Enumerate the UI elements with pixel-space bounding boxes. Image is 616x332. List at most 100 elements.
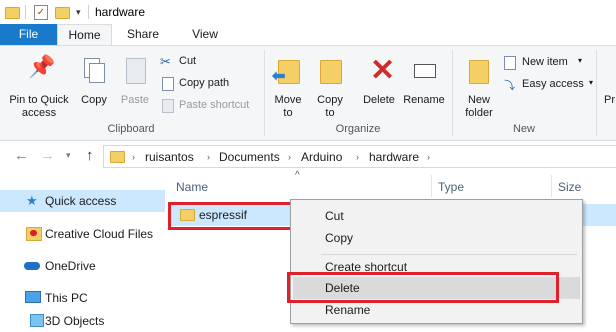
- copy-path-label: Copy path: [179, 77, 230, 89]
- delete-button[interactable]: ✕ Delete: [360, 50, 398, 120]
- copy-to-button[interactable]: Copy to: [312, 50, 348, 120]
- chevron-right-icon[interactable]: ›: [288, 152, 291, 162]
- copy-icon-front: [89, 63, 105, 83]
- group-divider: [596, 50, 597, 136]
- new-folder-label-line1: New: [467, 94, 490, 106]
- up-arrow-icon[interactable]: ↑: [86, 147, 94, 164]
- ribbon-tabs: File Home Share View: [0, 24, 616, 45]
- clipboard-group-label: Clipboard: [107, 123, 155, 135]
- chevron-right-icon[interactable]: ›: [132, 152, 135, 162]
- properties-quick-icon[interactable]: ✓: [34, 5, 48, 20]
- menu-item-cut[interactable]: Cut: [293, 205, 580, 227]
- menu-item-copy[interactable]: Copy: [293, 227, 580, 249]
- ribbon-home: 📌 Pin to Quick access Copy Paste ✂ Cut C…: [0, 45, 616, 141]
- pin-to-quick-access-button[interactable]: 📌 Pin to Quick access: [4, 50, 74, 120]
- paste-shortcut-icon: [162, 99, 174, 113]
- copy-button[interactable]: Copy: [76, 50, 112, 120]
- copy-path-icon: [162, 77, 174, 91]
- address-bar[interactable]: › ruisantos › Documents › Arduino › hard…: [103, 145, 616, 168]
- easy-access-icon: ⤵: [504, 80, 515, 92]
- column-divider[interactable]: [551, 175, 552, 197]
- 3d-objects-icon: [30, 314, 44, 327]
- tab-file[interactable]: File: [0, 24, 57, 45]
- tab-share[interactable]: Share: [112, 24, 174, 45]
- nav-item-creative-cloud[interactable]: Creative Cloud Files: [0, 223, 165, 245]
- group-divider: [452, 50, 453, 136]
- new-folder-label-line2: folder: [465, 107, 493, 119]
- paste-button[interactable]: Paste: [116, 50, 154, 120]
- menu-item-label: Copy: [325, 231, 354, 245]
- star-icon: ★: [26, 193, 38, 208]
- column-header-size[interactable]: Size: [558, 180, 581, 194]
- breadcrumb-item[interactable]: Arduino: [301, 150, 342, 164]
- delete-label: Delete: [363, 94, 395, 106]
- copy-label: Copy: [81, 94, 107, 106]
- folder-icon: [5, 7, 20, 19]
- chevron-right-icon[interactable]: ›: [427, 152, 430, 162]
- pc-icon: [25, 291, 41, 303]
- cut-label: Cut: [179, 55, 197, 67]
- paste-shortcut-button[interactable]: Paste shortcut: [160, 98, 260, 114]
- menu-item-label: Cut: [325, 209, 344, 223]
- nav-item-label: This PC: [45, 291, 88, 305]
- dropdown-icon: ▾: [589, 78, 594, 87]
- customize-quick-access-icon[interactable]: ▾: [76, 7, 81, 18]
- pin-label-line2: access: [21, 107, 57, 119]
- nav-item-onedrive[interactable]: OneDrive: [0, 255, 165, 277]
- highlight-box-delete: [287, 272, 559, 303]
- tab-view[interactable]: View: [174, 24, 236, 45]
- copy-to-folder-icon: [320, 60, 342, 84]
- back-arrow-icon[interactable]: ←: [14, 147, 29, 164]
- pin-icon: 📌: [28, 54, 56, 79]
- navigation-pane: ★ Quick access Creative Cloud Files OneD…: [0, 172, 165, 328]
- title-bar: ✓ ▾ hardware: [0, 0, 616, 24]
- onedrive-cloud-icon: [24, 262, 40, 270]
- rename-button[interactable]: Rename: [402, 50, 446, 120]
- column-divider[interactable]: [431, 175, 432, 197]
- easy-access-button[interactable]: ⤵ Easy access ▾: [504, 77, 604, 93]
- nav-item-3d-objects[interactable]: 3D Objects: [0, 310, 165, 332]
- forward-arrow-icon[interactable]: →: [40, 147, 55, 164]
- move-to-button[interactable]: ⬅ Move to: [270, 50, 306, 120]
- nav-item-label: Creative Cloud Files: [45, 227, 154, 241]
- column-header-type[interactable]: Type: [438, 180, 464, 194]
- cut-button[interactable]: ✂ Cut: [160, 54, 260, 70]
- new-folder-quick-icon[interactable]: [55, 7, 70, 19]
- creative-cloud-badge: [30, 230, 37, 236]
- properties-label-partial[interactable]: Pr: [604, 94, 615, 107]
- nav-item-this-pc[interactable]: This PC: [0, 287, 165, 309]
- context-menu: Cut Copy Create shortcut Delete Rename: [290, 199, 583, 324]
- copy-to-label-line2: to: [325, 107, 335, 119]
- toolbar-divider: [25, 5, 26, 19]
- breadcrumb-item[interactable]: ruisantos: [145, 150, 194, 164]
- navigation-bar: ← → ▾ ↑ › ruisantos › Documents › Arduin…: [0, 141, 616, 172]
- move-to-label-line1: Move: [274, 94, 302, 106]
- nav-item-quick-access[interactable]: ★ Quick access: [0, 190, 165, 212]
- new-item-button[interactable]: New item ▾: [504, 55, 594, 71]
- new-item-label: New item: [522, 56, 568, 68]
- tab-home[interactable]: Home: [57, 24, 112, 45]
- organize-group-label: Organize: [335, 123, 381, 135]
- chevron-right-icon[interactable]: ›: [356, 152, 359, 162]
- new-folder-icon: [469, 60, 489, 84]
- new-folder-button[interactable]: New folder: [458, 50, 500, 120]
- clipboard-icon: [126, 58, 146, 84]
- column-header-name[interactable]: Name: [176, 180, 208, 194]
- paste-shortcut-label: Paste shortcut: [179, 99, 250, 111]
- window-title: hardware: [95, 5, 146, 19]
- breadcrumb-item[interactable]: hardware: [369, 150, 419, 164]
- breadcrumb-item[interactable]: Documents: [219, 150, 280, 164]
- nav-item-label: 3D Objects: [45, 314, 105, 328]
- paste-label: Paste: [120, 94, 150, 106]
- copy-to-label-line1: Copy: [317, 94, 343, 106]
- easy-access-label: Easy access: [522, 78, 584, 90]
- delete-x-icon: ✕: [370, 54, 396, 87]
- nav-item-label: Quick access: [45, 194, 117, 208]
- scissors-icon: ✂: [160, 54, 171, 69]
- copy-path-button[interactable]: Copy path: [160, 76, 260, 92]
- chevron-right-icon[interactable]: ›: [207, 152, 210, 162]
- move-to-label-line2: to: [283, 107, 293, 119]
- recent-locations-chevron-icon[interactable]: ▾: [66, 150, 71, 161]
- toolbar-divider: [88, 5, 89, 19]
- group-divider: [264, 50, 265, 136]
